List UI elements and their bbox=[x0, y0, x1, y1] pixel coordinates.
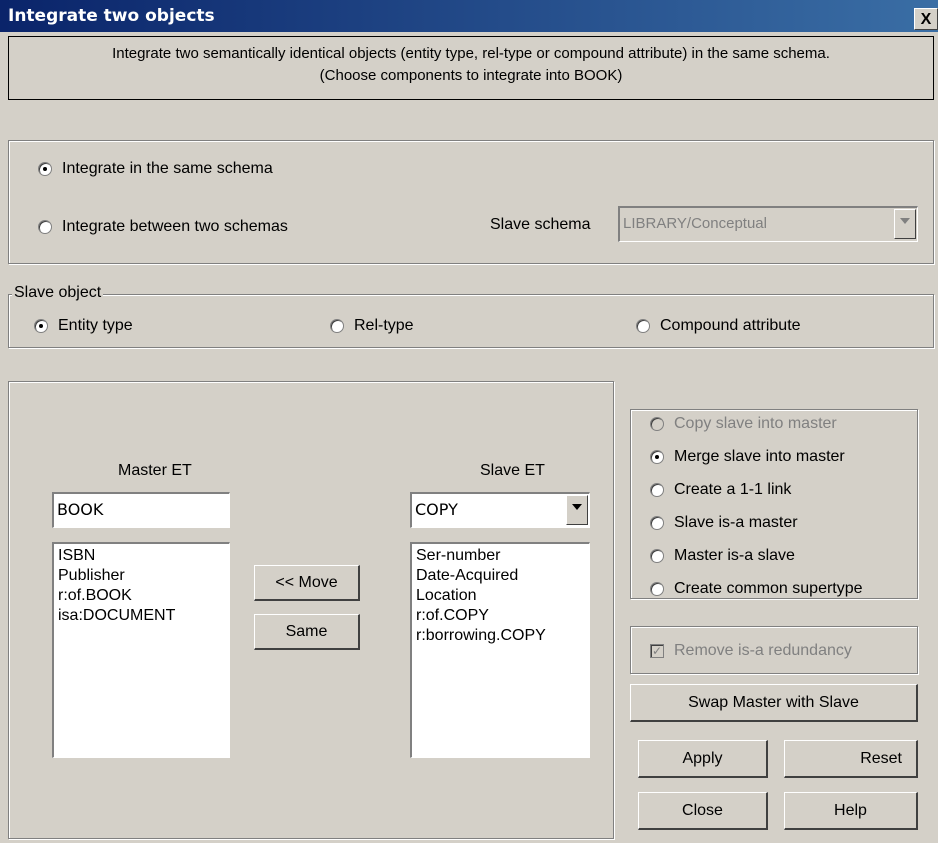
same-schema-radio[interactable]: Integrate in the same schema bbox=[38, 160, 273, 178]
integration-mode-radio: Copy slave into master bbox=[650, 415, 837, 433]
same-schema-label: Integrate in the same schema bbox=[62, 160, 273, 177]
integration-mode-radio[interactable]: Create a 1-1 link bbox=[650, 481, 791, 499]
compound-attribute-label: Compound attribute bbox=[660, 317, 801, 334]
description-line-2: (Choose components to integrate into BOO… bbox=[319, 67, 623, 84]
description-panel: Integrate two semantically identical obj… bbox=[8, 36, 934, 100]
between-schemas-label: Integrate between two schemas bbox=[62, 218, 288, 235]
integration-mode-radio[interactable]: Merge slave into master bbox=[650, 448, 845, 466]
radio-dot bbox=[34, 319, 48, 333]
title-bar: Integrate two objects X bbox=[0, 0, 938, 32]
entity-type-label: Entity type bbox=[58, 317, 133, 334]
master-et-value: BOOK bbox=[57, 500, 104, 519]
slave-item[interactable]: Date-Acquired bbox=[416, 566, 585, 586]
slave-et-value: COPY bbox=[415, 500, 458, 519]
reset-button[interactable]: Reset bbox=[784, 740, 918, 778]
master-components-list[interactable]: ISBN Publisher r:of.BOOK isa:DOCUMENT bbox=[52, 542, 230, 758]
slave-header: Slave ET bbox=[480, 462, 545, 479]
radio-dot bbox=[650, 417, 664, 431]
master-et-field[interactable]: BOOK bbox=[52, 492, 230, 528]
integration-mode-label: Slave is-a master bbox=[674, 514, 798, 531]
integrate-dialog: Integrate two objects X Integrate two se… bbox=[0, 0, 938, 843]
close-icon[interactable]: X bbox=[914, 8, 938, 30]
radio-dot bbox=[38, 220, 52, 234]
apply-button[interactable]: Apply bbox=[638, 740, 768, 778]
slave-item[interactable]: r:of.COPY bbox=[416, 606, 585, 626]
radio-dot bbox=[38, 162, 52, 176]
master-item[interactable]: isa:DOCUMENT bbox=[58, 606, 225, 626]
swap-button[interactable]: Swap Master with Slave bbox=[630, 684, 918, 722]
between-schemas-radio[interactable]: Integrate between two schemas bbox=[38, 218, 288, 236]
integration-mode-label: Master is-a slave bbox=[674, 547, 795, 564]
remove-isa-label: Remove is-a redundancy bbox=[674, 642, 852, 659]
integration-mode-radio[interactable]: Master is-a slave bbox=[650, 547, 795, 565]
slave-et-select[interactable]: COPY bbox=[410, 492, 590, 528]
master-item[interactable]: ISBN bbox=[58, 546, 225, 566]
radio-dot bbox=[650, 483, 664, 497]
window-title: Integrate two objects bbox=[8, 6, 215, 26]
master-item[interactable]: r:of.BOOK bbox=[58, 586, 225, 606]
integration-mode-label: Create a 1-1 link bbox=[674, 481, 792, 498]
integration-mode-radio[interactable]: Create common supertype bbox=[650, 580, 863, 598]
slave-object-legend: Slave object bbox=[12, 284, 104, 302]
entity-type-radio[interactable]: Entity type bbox=[34, 317, 133, 335]
radio-dot bbox=[650, 516, 664, 530]
radio-dot bbox=[650, 582, 664, 596]
master-item[interactable]: Publisher bbox=[58, 566, 225, 586]
slave-schema-label: Slave schema bbox=[490, 216, 591, 233]
slave-item[interactable]: Location bbox=[416, 586, 585, 606]
slave-item[interactable]: r:borrowing.COPY bbox=[416, 626, 585, 646]
scope-group bbox=[8, 140, 934, 264]
slave-schema-select: LIBRARY/Conceptual bbox=[618, 206, 918, 242]
integration-mode-group bbox=[630, 409, 918, 599]
integration-mode-label: Copy slave into master bbox=[674, 415, 837, 432]
integration-mode-label: Create common supertype bbox=[674, 580, 863, 597]
radio-dot bbox=[330, 319, 344, 333]
remove-isa-checkbox: ✓ Remove is-a redundancy bbox=[650, 642, 852, 660]
close-button[interactable]: Close bbox=[638, 792, 768, 830]
help-button[interactable]: Help bbox=[784, 792, 918, 830]
compound-attribute-radio[interactable]: Compound attribute bbox=[636, 317, 801, 335]
chevron-down-icon bbox=[894, 209, 916, 239]
slave-components-list[interactable]: Ser-number Date-Acquired Location r:of.COPY… bbox=[410, 542, 590, 758]
integration-mode-radio[interactable]: Slave is-a master bbox=[650, 514, 798, 532]
radio-dot bbox=[650, 549, 664, 563]
description-line-1: Integrate two semantically identical obj… bbox=[112, 45, 830, 62]
chevron-down-icon[interactable] bbox=[566, 495, 588, 525]
move-button[interactable]: << Move bbox=[254, 565, 360, 601]
radio-dot bbox=[650, 450, 664, 464]
integration-mode-label: Merge slave into master bbox=[674, 448, 845, 465]
check-icon: ✓ bbox=[650, 644, 664, 658]
rel-type-radio[interactable]: Rel-type bbox=[330, 317, 414, 335]
slave-schema-value: LIBRARY/Conceptual bbox=[623, 215, 767, 232]
master-header: Master ET bbox=[118, 462, 192, 479]
slave-item[interactable]: Ser-number bbox=[416, 546, 585, 566]
radio-dot bbox=[636, 319, 650, 333]
rel-type-label: Rel-type bbox=[354, 317, 414, 334]
same-button[interactable]: Same bbox=[254, 614, 360, 650]
